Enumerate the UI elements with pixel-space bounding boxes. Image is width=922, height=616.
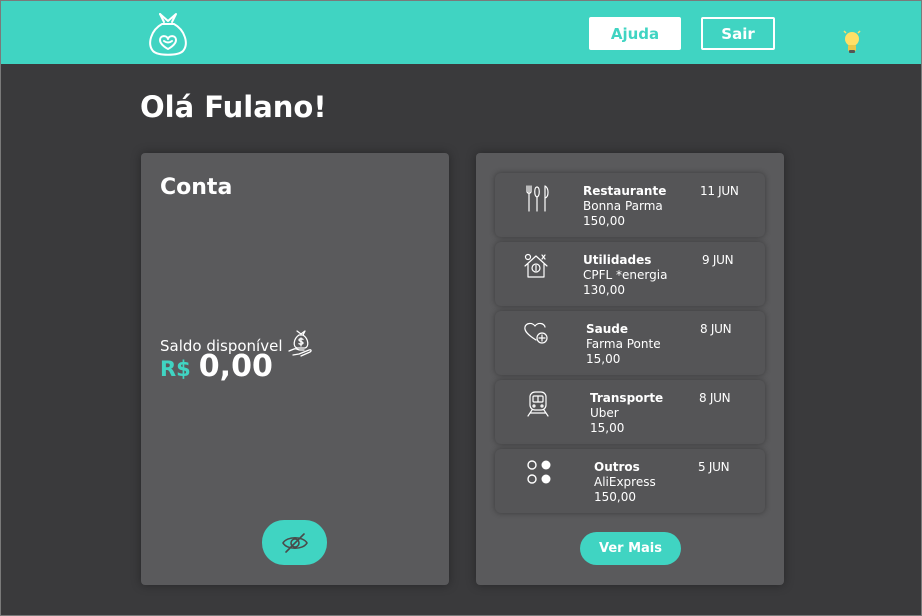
transaction-item[interactable]: Restaurante Bonna Parma 150,00 11 JUN [495, 173, 765, 237]
transaction-value: 150,00 [583, 214, 625, 228]
transaction-item[interactable]: Utilidades CPFL *energia 130,00 9 JUN [495, 242, 765, 306]
transaction-item[interactable]: Transporte Uber 15,00 8 JUN [495, 380, 765, 444]
transaction-value: 15,00 [590, 421, 625, 435]
transaction-category: Outros [594, 460, 640, 474]
transaction-merchant: Farma Ponte [586, 337, 661, 351]
transaction-item[interactable]: Saude Farma Ponte 15,00 8 JUN [495, 311, 765, 375]
transaction-merchant: Bonna Parma [583, 199, 663, 213]
transaction-date: 8 JUN [700, 322, 732, 336]
exit-button[interactable]: Sair [701, 17, 775, 50]
lightbulb-icon[interactable] [841, 29, 863, 55]
transaction-merchant: AliExpress [594, 475, 656, 489]
money-bag-logo-icon[interactable] [145, 10, 191, 58]
balance-display: R$ 0,00 [160, 349, 273, 384]
transaction-item[interactable]: Outros AliExpress 150,00 5 JUN [495, 449, 765, 513]
transaction-category: Restaurante [583, 184, 667, 198]
transactions-card: Restaurante Bonna Parma 150,00 11 JUN Ut… [476, 153, 784, 585]
currency-symbol: R$ [160, 357, 191, 381]
greeting-heading: Olá Fulano! [140, 90, 327, 124]
house-dollar-icon [524, 253, 548, 278]
cutlery-icon [526, 185, 549, 212]
transaction-category: Saude [586, 322, 629, 336]
see-more-button[interactable]: Ver Mais [580, 532, 681, 565]
heart-plus-icon [524, 322, 548, 344]
header-bar: Ajuda Sair [1, 1, 921, 64]
dots-grid-icon [527, 460, 551, 484]
transaction-category: Utilidades [583, 253, 652, 267]
transaction-value: 130,00 [583, 283, 625, 297]
transaction-value: 15,00 [586, 352, 621, 366]
transaction-date: 5 JUN [698, 460, 730, 474]
transaction-value: 150,00 [594, 490, 636, 504]
help-button[interactable]: Ajuda [589, 17, 681, 50]
balance-amount: 0,00 [198, 349, 273, 384]
transaction-date: 8 JUN [699, 391, 731, 405]
train-icon [527, 391, 549, 417]
money-hand-icon [287, 330, 312, 357]
account-card: Conta Saldo disponível R$ 0,00 [141, 153, 449, 585]
toggle-visibility-button[interactable] [262, 520, 327, 565]
transaction-date: 9 JUN [702, 253, 734, 267]
transaction-category: Transporte [590, 391, 664, 405]
transaction-date: 11 JUN [700, 184, 739, 198]
account-title: Conta [160, 175, 233, 200]
transaction-merchant: Uber [590, 406, 619, 420]
transaction-merchant: CPFL *energia [583, 268, 668, 282]
eye-slash-icon [281, 532, 308, 553]
